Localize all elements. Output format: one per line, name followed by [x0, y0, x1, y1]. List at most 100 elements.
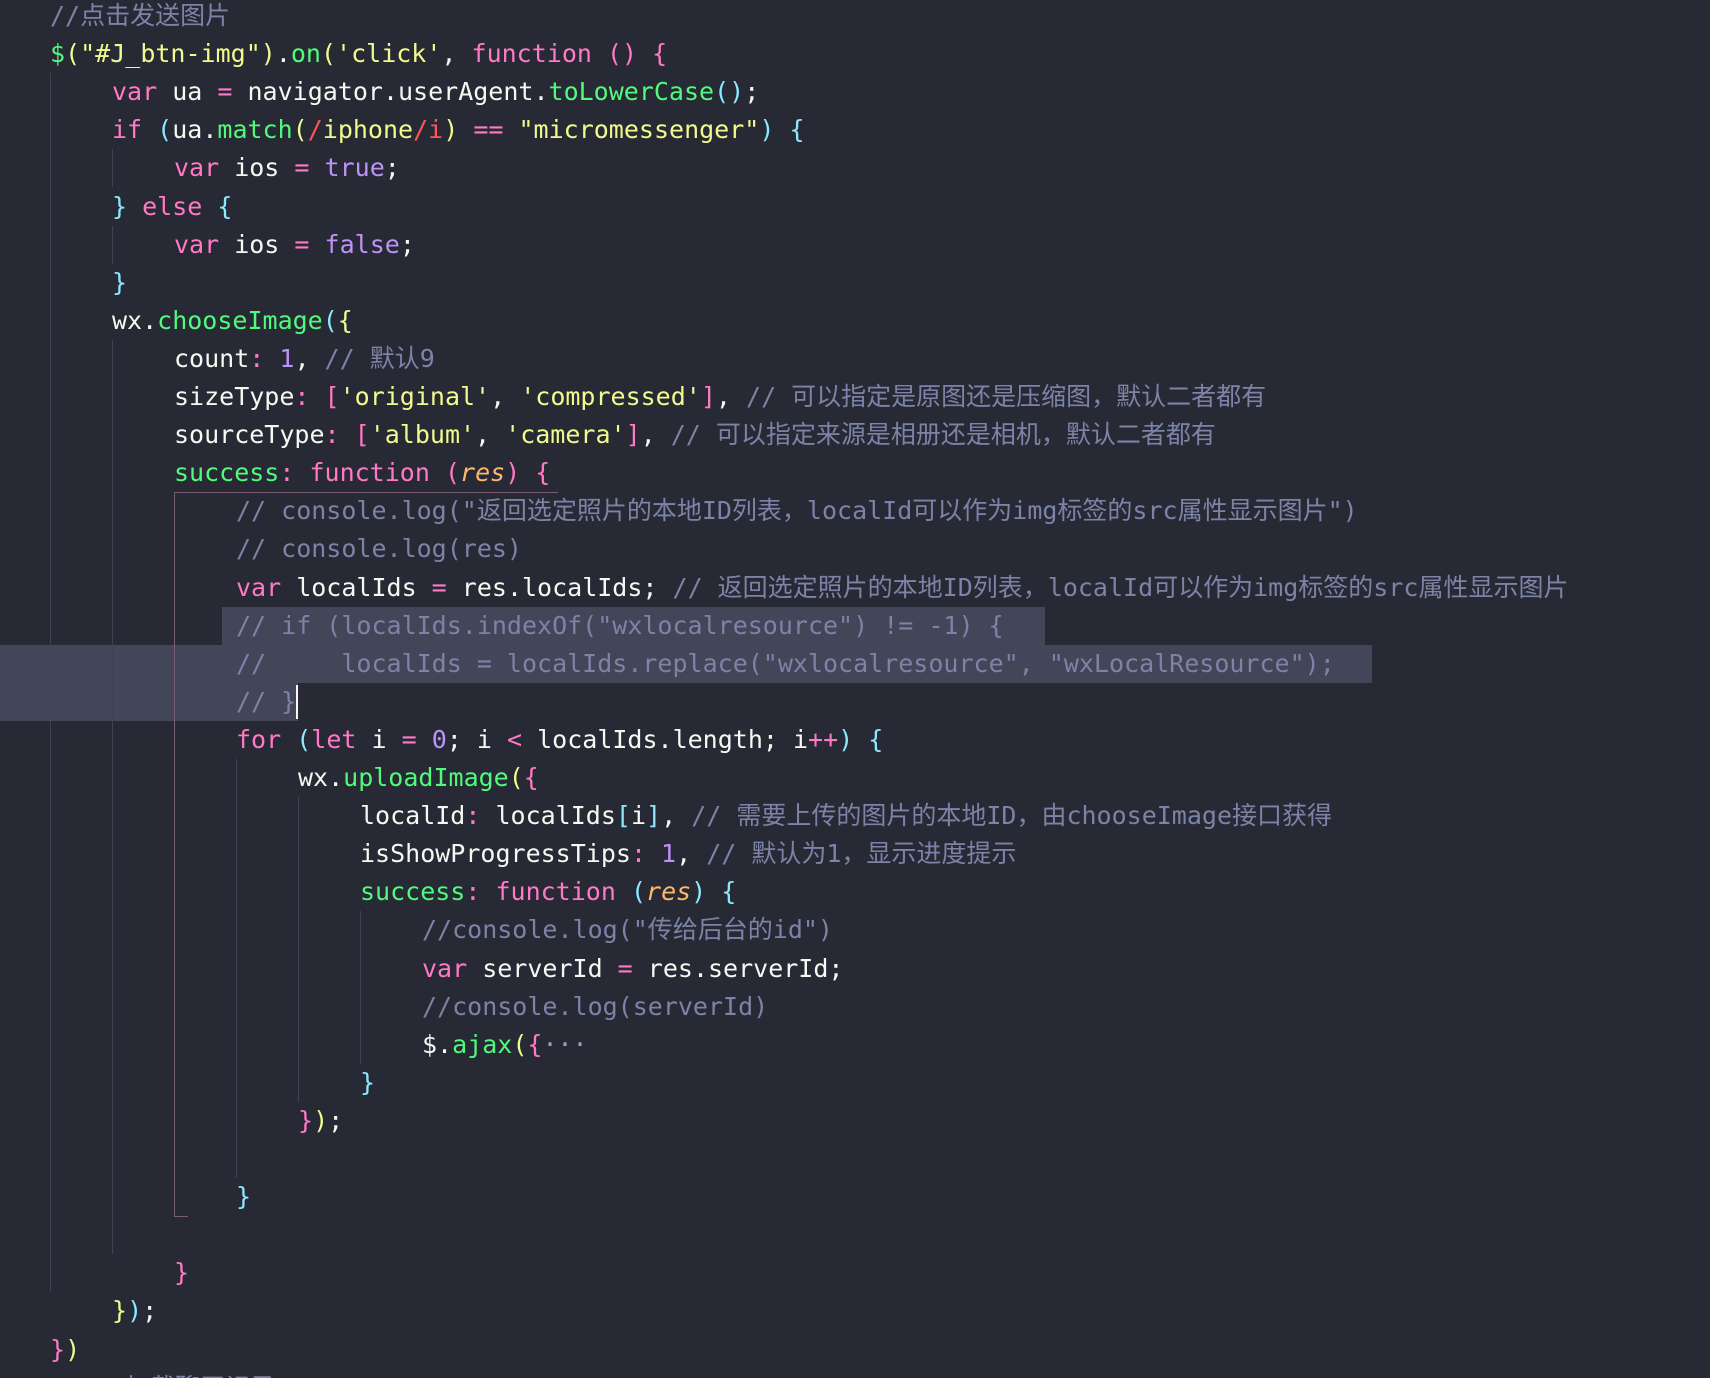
code-line[interactable]: }	[0, 1254, 1710, 1292]
code-token: // if (localIds.indexOf("wxlocalresource…	[236, 610, 1004, 640]
code-line[interactable]: var ua = navigator.userAgent.toLowerCase…	[0, 73, 1710, 111]
code-token: =	[294, 153, 310, 183]
code-token: :	[279, 458, 310, 488]
code-line[interactable]: // if (localIds.indexOf("wxlocalresource…	[0, 606, 1710, 645]
code-line[interactable]: //点击发送图片	[0, 0, 1710, 35]
code-token: // 默认为1，显示进度提示	[706, 839, 1017, 869]
code-token: /i	[413, 115, 444, 145]
code-text: wx.uploadImage({	[298, 759, 539, 797]
code-token: // 需要上传的图片的本地ID，由chooseImage接口获得	[691, 801, 1333, 831]
code-token: ,	[715, 382, 747, 411]
code-line[interactable]: // console.log(res)	[0, 530, 1710, 568]
code-token: function	[471, 39, 592, 69]
code-line[interactable]: wx.chooseImage({	[0, 302, 1710, 340]
code-text: // console.log("返回选定照片的本地ID列表，localId可以作…	[236, 492, 1358, 530]
code-token: ua.	[172, 115, 218, 145]
code-token: {	[523, 763, 539, 792]
code-line[interactable]: }	[0, 1064, 1710, 1102]
code-line[interactable]: }	[0, 1178, 1710, 1216]
code-token: (	[444, 458, 461, 488]
code-text: });	[112, 1292, 157, 1330]
code-text: }	[112, 264, 127, 302]
code-token: 'camera'	[505, 420, 626, 450]
code-token: ++	[808, 724, 839, 754]
code-token: ,	[294, 343, 325, 373]
code-line[interactable]: // localIds = localIds.replace("wxlocalr…	[0, 644, 1710, 683]
code-line[interactable]: $("#J_btn-img").on('click', function () …	[0, 35, 1710, 73]
code-line[interactable]: })	[0, 1331, 1710, 1369]
code-token: uploadImage	[343, 763, 509, 792]
code-token: ]	[646, 801, 662, 831]
code-token: 'original'	[339, 382, 491, 411]
code-token: )	[838, 724, 854, 754]
code-line[interactable]: }	[0, 264, 1710, 302]
code-token: res	[646, 877, 692, 907]
code-text: //点击发送图片	[50, 0, 230, 35]
code-token: if	[112, 115, 143, 145]
code-token: var	[236, 572, 282, 602]
code-line[interactable]: success: function (res) {	[0, 454, 1710, 492]
code-line[interactable]: // console.log("返回选定照片的本地ID列表，localId可以作…	[0, 492, 1710, 530]
code-line[interactable]: wx.uploadImage({	[0, 759, 1710, 797]
code-line[interactable]: //console.log("传给后台的id")	[0, 911, 1710, 949]
code-line[interactable]	[0, 1140, 1710, 1178]
code-line[interactable]: count: 1, // 默认9	[0, 340, 1710, 378]
code-line[interactable]: // //加载聊天记录	[0, 1369, 1710, 1378]
code-line[interactable]: var localIds = res.localIds; // 返回选定照片的本…	[0, 569, 1710, 607]
code-line[interactable]	[0, 1216, 1710, 1254]
code-token: 1	[279, 343, 295, 373]
code-text: }	[174, 1254, 189, 1292]
code-line[interactable]: if (ua.match(/iphone/i) == "micromesseng…	[0, 111, 1710, 149]
code-line[interactable]: isShowProgressTips: 1, // 默认为1，显示进度提示	[0, 835, 1710, 873]
code-token: // 可以指定来源是相册还是相机，默认二者都有	[670, 420, 1216, 450]
code-token: // }	[236, 686, 297, 716]
code-line[interactable]: $.ajax({···	[0, 1026, 1710, 1064]
code-token: (	[512, 1029, 528, 1059]
code-line[interactable]: });	[0, 1292, 1710, 1330]
code-token: ;	[399, 229, 415, 259]
code-token: else	[142, 191, 203, 221]
code-token: ,	[490, 382, 521, 411]
code-text: // }	[236, 683, 296, 721]
code-line[interactable]: success: function (res) {	[0, 873, 1710, 911]
code-token: ,	[640, 420, 671, 450]
code-text: // console.log(res)	[236, 530, 522, 568]
code-line[interactable]: // }	[0, 682, 1710, 721]
code-token: .	[275, 39, 291, 69]
code-token: )	[759, 115, 775, 145]
code-token: {	[868, 724, 884, 754]
code-line[interactable]: sourceType: ['album', 'camera'], // 可以指定…	[0, 416, 1710, 454]
code-token: )	[443, 115, 459, 145]
code-text: var ios = false;	[174, 226, 415, 264]
code-token: (	[292, 115, 308, 145]
code-token: )	[65, 1334, 81, 1364]
code-token: // 可以指定是原图还是压缩图，默认二者都有	[746, 382, 1267, 411]
code-line[interactable]: });	[0, 1102, 1710, 1140]
code-editor[interactable]: //点击发送图片 $("#J_btn-img").on('click', func…	[0, 0, 1710, 1378]
code-token: localId	[360, 801, 466, 831]
code-token: {	[217, 191, 233, 221]
code-line[interactable]: sizeType: ['original', 'compressed'], //…	[0, 378, 1710, 416]
code-line[interactable]: } else {	[0, 188, 1710, 226]
indent-guide	[112, 149, 113, 188]
code-token: (	[320, 39, 337, 69]
code-line[interactable]: var ios = true;	[0, 149, 1710, 187]
code-line[interactable]: for (let i = 0; i < localIds.length; i++…	[0, 721, 1710, 759]
code-token: // console.log(res)	[236, 534, 522, 564]
code-token: {	[721, 877, 737, 907]
code-token: :	[630, 839, 662, 869]
code-line[interactable]: //console.log(serverId)	[0, 988, 1710, 1026]
code-token: =	[217, 77, 233, 107]
code-token: // 默认9	[324, 343, 435, 373]
code-text: var serverId = res.serverId;	[422, 950, 843, 988]
code-line[interactable]: var serverId = res.serverId;	[0, 950, 1710, 988]
code-line[interactable]: var ios = false;	[0, 226, 1710, 264]
code-token: 'compressed'	[520, 382, 701, 411]
code-line[interactable]: localId: localIds[i], // 需要上传的图片的本地ID，由c…	[0, 797, 1710, 835]
code-token: //console.log(serverId)	[422, 991, 769, 1021]
